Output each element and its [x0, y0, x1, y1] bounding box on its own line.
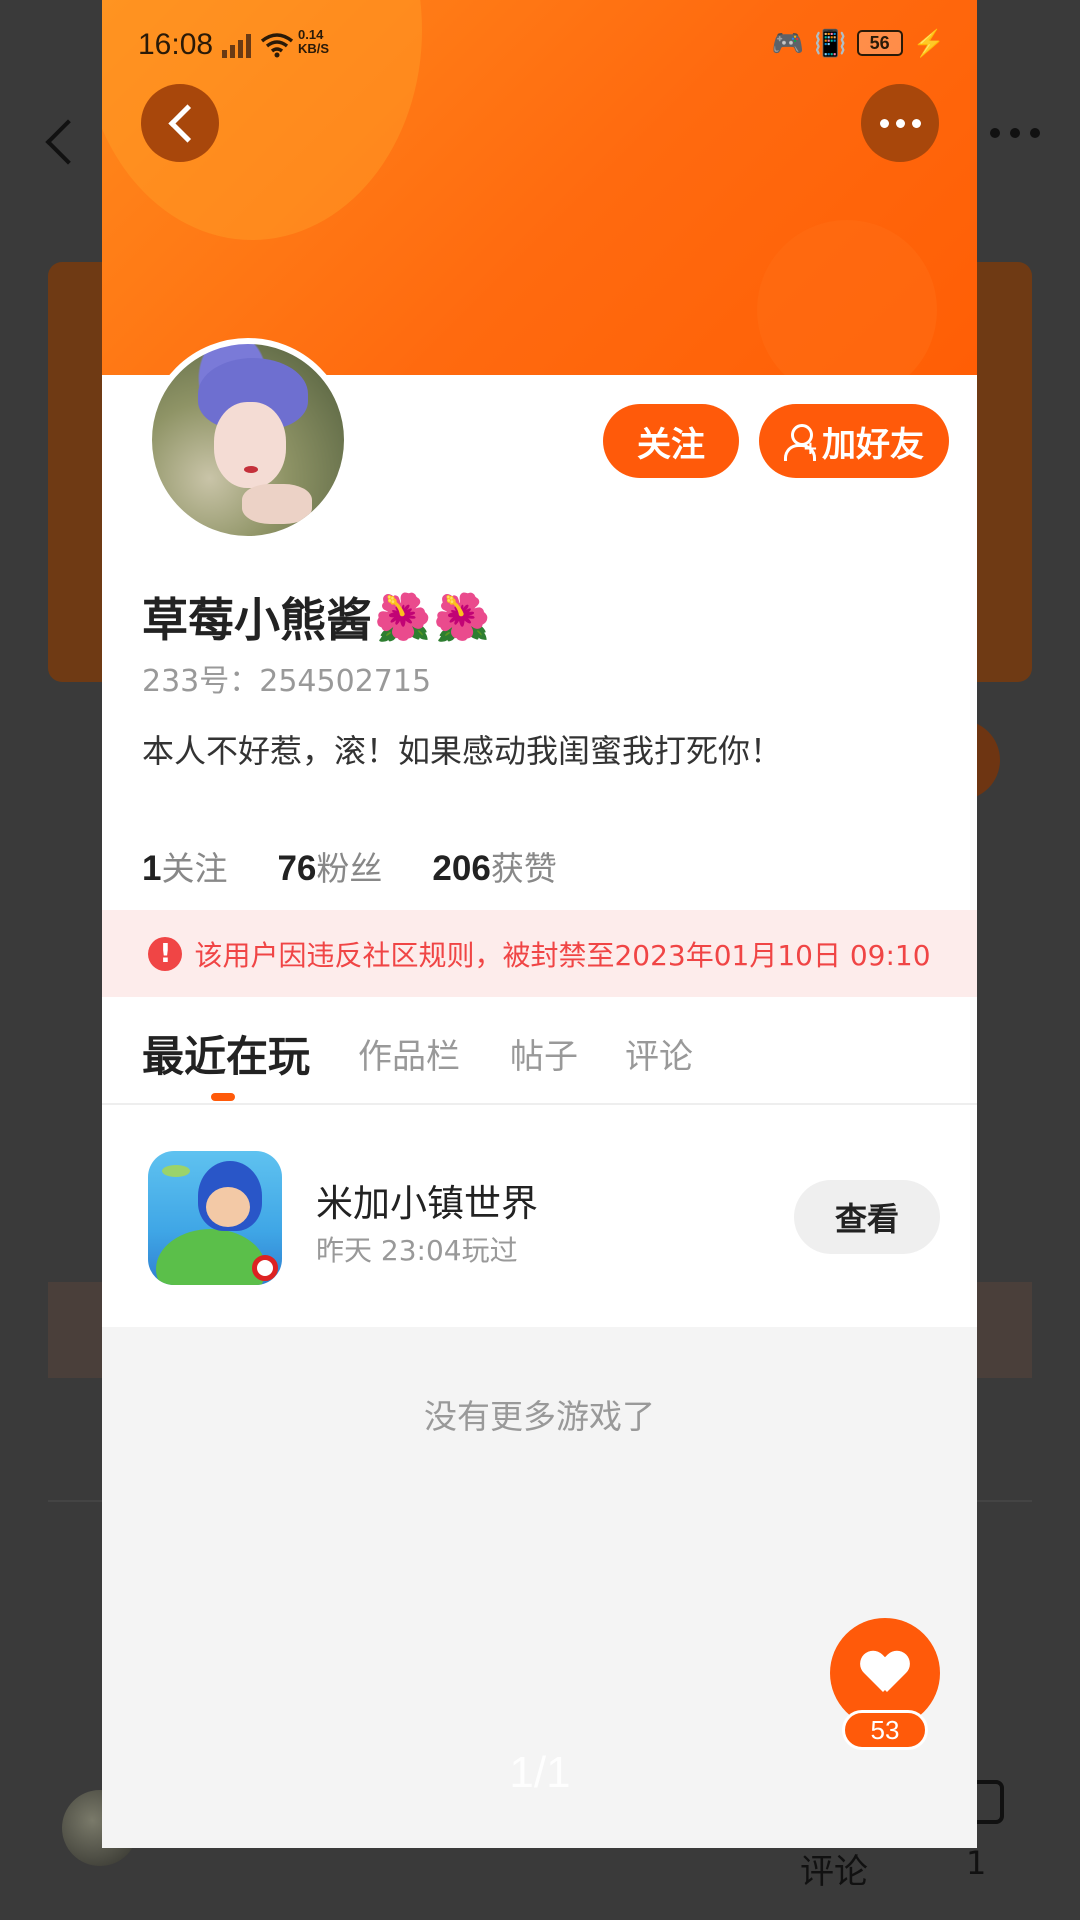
network-speed-value: 0.14: [298, 27, 324, 42]
active-tab-indicator: [211, 1093, 235, 1101]
tab-works[interactable]: 作品栏: [358, 1029, 460, 1078]
stat-fans[interactable]: 76粉丝: [277, 842, 382, 890]
game-last-played: 昨天 23:04玩过: [316, 1234, 518, 1267]
stat-likes[interactable]: 206获赞: [432, 842, 556, 890]
background-comment-label: 评论: [800, 1852, 868, 1892]
flower-icon: 🌺: [433, 590, 491, 644]
tab-recently-played[interactable]: 最近在玩: [142, 1023, 310, 1084]
wifi-icon: [260, 33, 294, 58]
vibrate-icon: 📳: [814, 28, 847, 58]
network-speed-unit: KB/S: [298, 41, 330, 56]
stat-following-value: 1: [142, 849, 162, 888]
charging-icon: ⚡: [912, 28, 945, 58]
back-button[interactable]: [141, 84, 219, 162]
stat-following[interactable]: 1关注: [142, 842, 227, 890]
tab-posts[interactable]: 帖子: [510, 1029, 578, 1078]
heart-icon: [861, 1652, 909, 1696]
background-back-icon: [42, 112, 82, 172]
username-text: 草莓小熊酱: [142, 593, 372, 647]
tab-comments[interactable]: 评论: [625, 1029, 693, 1078]
username: 草莓小熊酱 🌺 🌺: [142, 584, 491, 650]
game-title: 米加小镇世界: [316, 1182, 538, 1225]
user-stats: 1关注 76粉丝 206获赞: [142, 842, 557, 890]
status-time: 16:08: [138, 28, 214, 61]
profile-card: 16:08 0.14 KB/S 🎮 📳 56 ⚡ 关注 + 加好友 草莓小熊酱 …: [102, 0, 977, 1848]
network-speed: 0.14 KB/S: [298, 28, 329, 56]
gamepad-icon: 🎮: [771, 28, 805, 58]
stat-likes-label: 获赞: [490, 849, 557, 888]
stat-following-label: 关注: [161, 849, 228, 888]
follow-button[interactable]: 关注: [603, 404, 739, 478]
warning-icon: !: [148, 936, 183, 971]
game-icon: [148, 1151, 282, 1285]
page-indicator: 1/1: [509, 1748, 571, 1797]
battery-icon: 56: [856, 30, 903, 56]
more-options-button[interactable]: [861, 84, 939, 162]
list-item[interactable]: 米加小镇世界 昨天 23:04玩过 查看: [102, 1105, 977, 1327]
no-more-games-text: 没有更多游戏了: [424, 1397, 655, 1436]
avatar[interactable]: [146, 338, 350, 542]
background-more-icon: [990, 128, 1040, 138]
user-bio: 本人不好惹，滚！如果感动我闺蜜我打死你！: [142, 732, 783, 770]
stat-fans-value: 76: [277, 849, 317, 888]
user-id: 233号：254502715: [142, 664, 432, 699]
add-friend-button[interactable]: + 加好友: [759, 404, 949, 478]
ban-notice: ! 该用户因违反社区规则，被封禁至2023年01月10日 09:10: [102, 910, 977, 997]
view-game-button[interactable]: 查看: [794, 1180, 940, 1254]
flower-icon: 🌺: [374, 590, 432, 644]
add-person-icon: +: [784, 424, 818, 461]
status-bar: 16:08 0.14 KB/S 🎮 📳 56 ⚡: [102, 24, 977, 66]
add-friend-label: 加好友: [822, 424, 924, 465]
like-count: 53: [842, 1710, 928, 1750]
signal-icon: [222, 34, 252, 58]
ban-notice-text: 该用户因违反社区规则，被封禁至2023年01月10日 09:10: [194, 938, 931, 972]
stat-fans-label: 粉丝: [316, 849, 383, 888]
stat-likes-value: 206: [432, 849, 491, 888]
background-comment-count: 1: [966, 1844, 987, 1882]
profile-tabs: 最近在玩 作品栏 帖子 评论: [102, 997, 977, 1105]
